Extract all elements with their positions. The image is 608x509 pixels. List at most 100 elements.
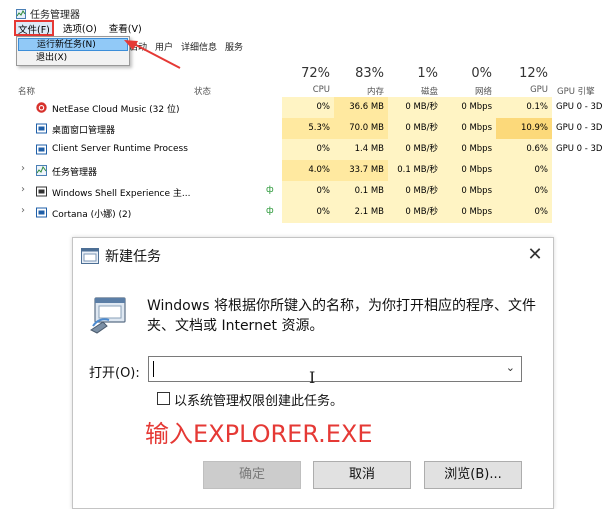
menu-options[interactable]: 选项(O)	[60, 20, 100, 36]
header-status[interactable]: 状态	[194, 85, 211, 97]
chevron-down-icon[interactable]: ⌄	[506, 361, 515, 374]
process-name: 桌面窗口管理器	[52, 126, 116, 136]
disk-cell: 0 MB/秒	[388, 139, 442, 160]
menu-item-run-new-task[interactable]: 运行新任务(N)	[18, 38, 128, 51]
table-row[interactable]: 桌面窗口管理器 5.3% 70.0 MB 0 MB/秒 0 Mbps 10.9%…	[0, 118, 608, 139]
header-mem[interactable]: 内存	[348, 85, 384, 97]
task-manager-title-text: 任务管理器	[30, 10, 80, 21]
ibeam-cursor-icon: I	[309, 368, 316, 387]
run-dialog-title-icon	[81, 248, 99, 264]
net-cell: 0 Mbps	[442, 160, 496, 181]
mem-cell: 33.7 MB	[334, 160, 388, 181]
table-row[interactable]: › Cortana (小娜) (2) ф 0% 2.1 MB 0 MB/秒 0 …	[0, 202, 608, 223]
table-row[interactable]: › Windows Shell Experience 主... ф 0% 0.1…	[0, 181, 608, 202]
file-menu-dropdown: 运行新任务(N) 退出(X)	[16, 36, 130, 66]
header-net-pct: 0%	[471, 66, 492, 81]
window-icon	[36, 123, 47, 134]
expand-chevron-icon[interactable]: ›	[21, 205, 25, 216]
expand-chevron-icon[interactable]: ›	[21, 184, 25, 195]
window-icon	[36, 144, 47, 155]
mem-cell: 36.6 MB	[334, 97, 388, 118]
gpu-cell: 0.6%	[496, 139, 552, 160]
gpu-cell: 0%	[496, 181, 552, 202]
net-cell: 0 Mbps	[442, 181, 496, 202]
gpu-engine-cell	[552, 202, 608, 223]
annotation-instruction: 输入EXPLORER.EXE	[145, 420, 373, 448]
disk-cell: 0 MB/秒	[388, 202, 442, 223]
tab-details[interactable]: 详细信息	[180, 40, 218, 53]
process-name: 任务管理器	[52, 168, 98, 178]
ok-button[interactable]: 确定	[203, 461, 301, 489]
header-mem-pct: 83%	[355, 66, 384, 81]
cpu-cell: 4.0%	[282, 160, 334, 181]
admin-checkbox[interactable]	[157, 392, 170, 405]
header-name[interactable]: 名称	[18, 85, 35, 97]
net-cell: 0 Mbps	[442, 202, 496, 223]
run-new-task-dialog: 新建任务 ✕ Windows 将根据你所键入的名称，为你打开相应的程序、文件夹、…	[72, 237, 554, 509]
table-row[interactable]: › 任务管理器 4.0% 33.7 MB 0.1 MB/秒 0 Mbps 0%	[0, 160, 608, 181]
gpu-engine-cell	[552, 181, 608, 202]
gpu-cell: 10.9%	[496, 118, 552, 139]
header-gpu-pct: 12%	[519, 66, 548, 81]
cpu-cell: 0%	[282, 97, 334, 118]
mem-cell: 1.4 MB	[334, 139, 388, 160]
gpu-engine-cell: GPU 0 - 3D	[556, 102, 603, 112]
task-manager-window: 任务管理器 文件(F) 选项(O) 查看(V) 启动 用户 详细信息 服务 72…	[0, 0, 608, 226]
close-icon[interactable]: ✕	[524, 244, 546, 266]
menu-view[interactable]: 查看(V)	[106, 20, 145, 36]
header-gpu-engine[interactable]: GPU 引擎	[557, 85, 595, 97]
net-cell: 0 Mbps	[442, 139, 496, 160]
header-net[interactable]: 网络	[456, 85, 492, 97]
mem-cell: 70.0 MB	[334, 118, 388, 139]
header-disk[interactable]: 磁盘	[402, 85, 438, 97]
menu-item-exit[interactable]: 退出(X)	[18, 52, 128, 65]
netease-icon	[36, 102, 47, 113]
open-label: 打开(O):	[89, 366, 140, 381]
red-pointer-arrow-icon	[124, 40, 181, 69]
window-icon	[36, 186, 47, 197]
process-name: NetEase Cloud Music (32 位)	[52, 105, 180, 115]
cancel-button[interactable]: 取消	[313, 461, 411, 489]
suspended-leaf-icon: ф	[266, 206, 274, 216]
tab-services[interactable]: 服务	[224, 40, 244, 53]
cpu-cell: 0%	[282, 139, 334, 160]
menu-file[interactable]: 文件(F)	[14, 20, 54, 36]
header-gpu[interactable]: GPU	[510, 85, 548, 95]
dialog-description: Windows 将根据你所键入的名称，为你打开相应的程序、文件夹、文档或 Int…	[147, 298, 536, 334]
window-icon	[36, 207, 47, 218]
text-caret	[153, 361, 154, 377]
header-disk-pct: 1%	[417, 66, 438, 81]
mem-cell: 2.1 MB	[334, 202, 388, 223]
table-row[interactable]: NetEase Cloud Music (32 位) 0% 36.6 MB 0 …	[0, 97, 608, 118]
mem-cell: 0.1 MB	[334, 181, 388, 202]
open-command-input[interactable]: I ⌄	[148, 356, 522, 387]
gpu-cell: 0.1%	[496, 97, 552, 118]
gpu-cell: 0%	[496, 160, 552, 181]
run-program-icon	[90, 297, 126, 334]
gpu-engine-cell: GPU 0 - 3D	[556, 144, 603, 154]
expand-chevron-icon[interactable]: ›	[21, 163, 25, 174]
header-cpu[interactable]: CPU	[296, 85, 330, 95]
cpu-cell: 0%	[282, 202, 334, 223]
suspended-leaf-icon: ф	[266, 185, 274, 195]
task-manager-title: 任务管理器	[16, 6, 80, 21]
taskmgr-icon	[36, 165, 47, 176]
gpu-engine-cell	[552, 160, 608, 181]
dialog-title: 新建任务	[105, 249, 161, 265]
task-manager-icon	[16, 8, 26, 19]
browse-button[interactable]: 浏览(B)...	[424, 461, 522, 489]
cpu-cell: 5.3%	[282, 118, 334, 139]
header-cpu-pct: 72%	[301, 66, 330, 81]
admin-checkbox-label[interactable]: 以系统管理权限创建此任务。	[174, 390, 343, 409]
disk-cell: 0.1 MB/秒	[388, 160, 442, 181]
disk-cell: 0 MB/秒	[388, 97, 442, 118]
gpu-cell: 0%	[496, 202, 552, 223]
gpu-engine-cell: GPU 0 - 3D	[556, 123, 603, 133]
process-name: Cortana (小娜) (2)	[52, 210, 132, 220]
process-name: Windows Shell Experience 主...	[52, 189, 191, 199]
cpu-cell: 0%	[282, 181, 334, 202]
disk-cell: 0 MB/秒	[388, 118, 442, 139]
process-name: Client Server Runtime Process	[52, 144, 188, 154]
net-cell: 0 Mbps	[442, 97, 496, 118]
table-row[interactable]: Client Server Runtime Process 0% 1.4 MB …	[0, 139, 608, 160]
